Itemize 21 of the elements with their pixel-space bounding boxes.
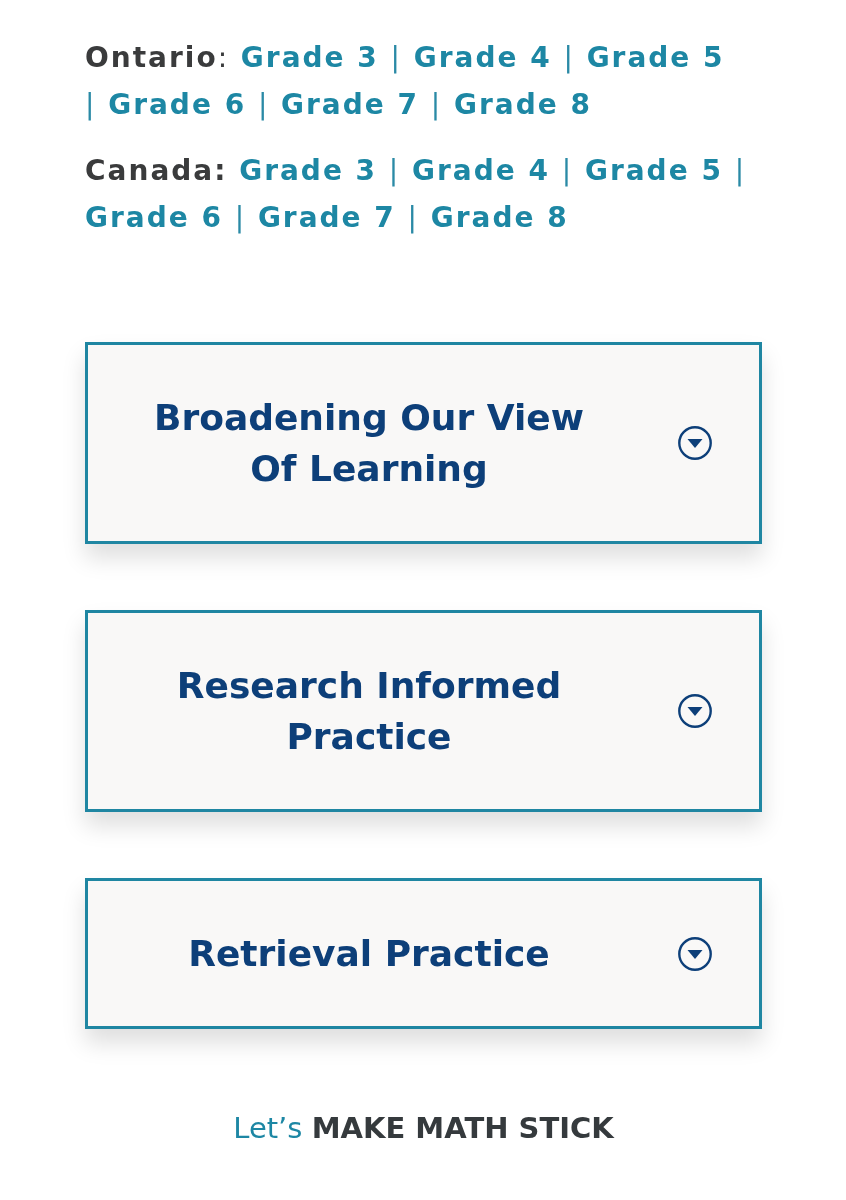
grade-link[interactable]: Grade 5 bbox=[586, 41, 725, 74]
grade-link[interactable]: Grade 8 bbox=[453, 88, 592, 121]
grade-links-paragraph: Canada: Grade 3 | Grade 4 | Grade 5 | Grade 6 | Grade 7 | Grade 8 bbox=[85, 153, 747, 236]
accordion-header[interactable]: Retrieval Practice bbox=[85, 878, 762, 1029]
grade-link[interactable]: Grade 8 bbox=[430, 201, 569, 234]
grade-link[interactable]: Grade 6 bbox=[85, 201, 223, 234]
section-title: Broadening Our View Of Learning bbox=[152, 396, 586, 491]
grade-links-paragraph: Ontario: Grade 3 | Grade 4 | Grade 5 | Grade 6 | Grade 7 | Grade 8 bbox=[85, 40, 725, 123]
grade-link[interactable]: Grade 3 bbox=[240, 41, 379, 74]
section-title: Retrieval Practice bbox=[187, 932, 551, 976]
tagline: Let’s MAKE MATH STICK bbox=[233, 1110, 614, 1147]
grade-link[interactable]: Grade 6 bbox=[108, 88, 247, 121]
accordion-header[interactable]: Research Informed Practice bbox=[85, 610, 762, 812]
grade-link[interactable]: Grade 5 bbox=[584, 154, 723, 187]
section-title: Research Informed Practice bbox=[175, 664, 563, 759]
accordion-header[interactable]: Broadening Our View Of Learning bbox=[85, 342, 762, 544]
grade-link[interactable]: Grade 3 bbox=[239, 154, 378, 187]
grade-link[interactable]: Grade 4 bbox=[412, 154, 550, 187]
grade-link[interactable]: Grade 4 bbox=[413, 41, 552, 74]
grade-link[interactable]: Grade 7 bbox=[281, 88, 420, 121]
grade-link[interactable]: Grade 7 bbox=[257, 201, 396, 234]
